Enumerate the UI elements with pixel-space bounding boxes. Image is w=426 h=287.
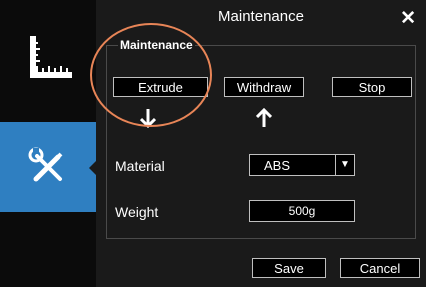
arrow-up-icon xyxy=(256,108,272,127)
cancel-button[interactable]: Cancel xyxy=(340,258,420,278)
material-value: ABS xyxy=(264,158,291,173)
sidebar xyxy=(0,0,97,287)
close-icon[interactable]: ✕ xyxy=(400,7,416,30)
weight-field[interactable]: 500g xyxy=(249,200,355,222)
window-title: Maintenance xyxy=(218,8,304,25)
maintenance-group-label: Maintenance xyxy=(118,38,195,52)
tools-icon xyxy=(28,147,63,182)
extrude-button[interactable]: Extrude xyxy=(113,77,208,97)
title-bar: Maintenance ✕ xyxy=(96,0,426,32)
weight-label: Weight xyxy=(115,204,159,220)
stop-button[interactable]: Stop xyxy=(332,77,412,97)
chevron-down-icon[interactable]: ▼ xyxy=(335,155,354,175)
arrow-down-icon xyxy=(140,109,156,128)
material-label: Material xyxy=(115,158,165,174)
save-button[interactable]: Save xyxy=(252,258,326,278)
material-select[interactable]: ABS ▼ xyxy=(249,154,355,176)
withdraw-button[interactable]: Withdraw xyxy=(224,77,304,97)
sidebar-item-maintenance[interactable] xyxy=(0,122,97,212)
ruler-icon[interactable] xyxy=(30,36,72,78)
